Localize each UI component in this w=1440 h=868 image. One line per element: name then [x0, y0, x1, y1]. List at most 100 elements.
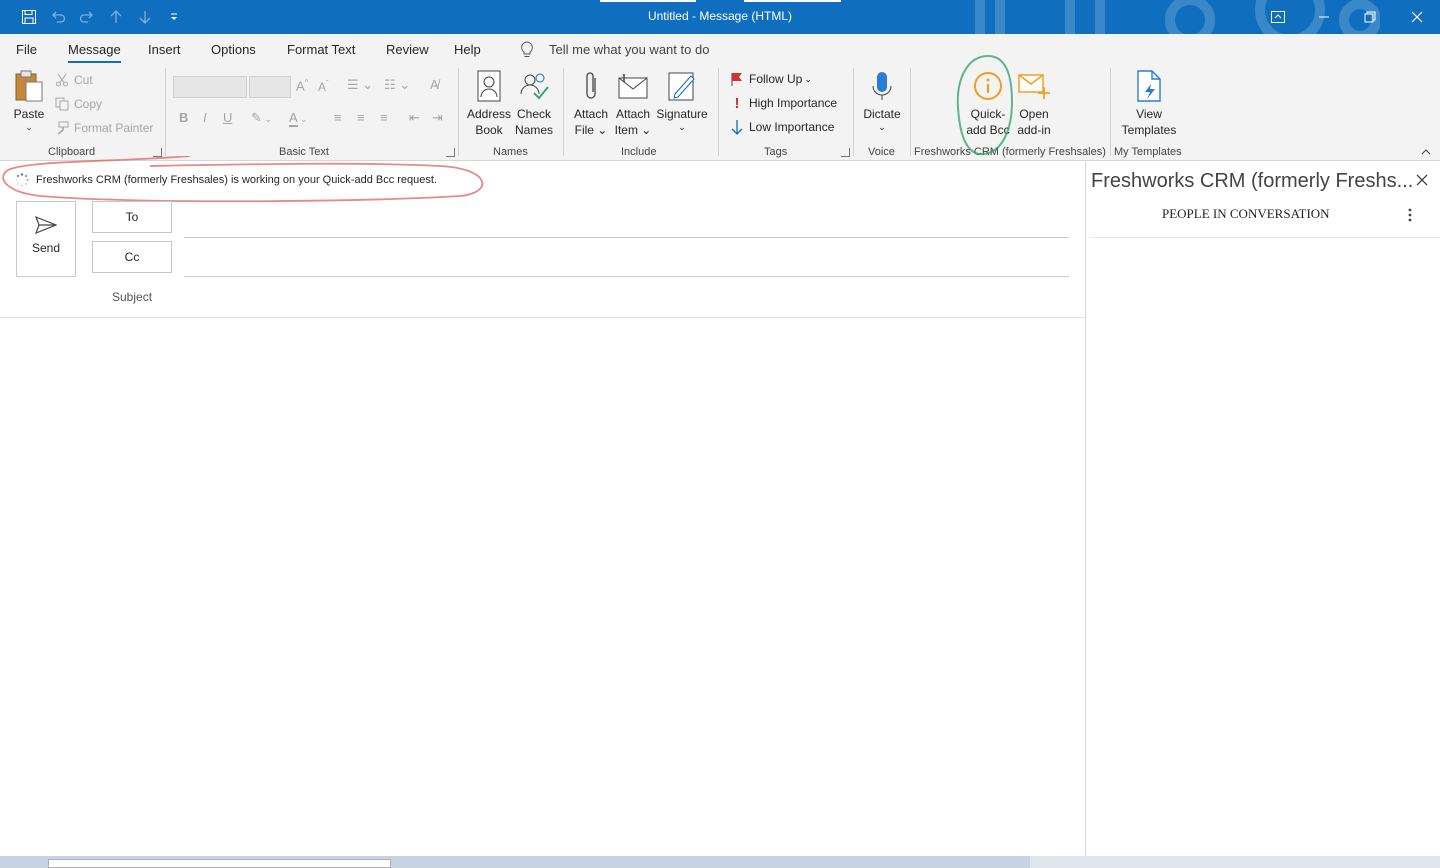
tab-help[interactable]: Help	[454, 42, 481, 57]
underline-button[interactable]: U	[223, 110, 232, 125]
highlight-icon[interactable]: ✎ ⌄	[251, 110, 272, 126]
font-size-combo[interactable]	[249, 76, 291, 98]
tab-options[interactable]: Options	[211, 42, 256, 57]
paste-label: Paste	[13, 107, 45, 121]
close-icon[interactable]	[1394, 0, 1440, 34]
dictate-label: Dictate	[863, 107, 901, 121]
paintbrush-icon	[54, 120, 70, 136]
check-names-label-2: Names	[514, 123, 553, 137]
info-bar-message: Freshworks CRM (formerly Freshsales) is …	[36, 174, 438, 186]
signature-label: Signature	[656, 107, 708, 121]
group-label-names: Names	[493, 146, 528, 158]
tell-me-text: Tell me what you want to do	[549, 42, 710, 57]
message-body[interactable]	[0, 318, 1085, 856]
bold-button[interactable]: B	[179, 110, 188, 125]
attach-item-label-1: Attach	[615, 107, 651, 121]
send-icon	[34, 215, 58, 235]
paste-button[interactable]: Paste ⌄	[10, 68, 48, 132]
cc-field[interactable]	[184, 276, 1069, 277]
tab-message[interactable]: Message	[68, 42, 121, 63]
taskbar-window[interactable]	[48, 859, 391, 868]
subject-label: Subject	[112, 290, 153, 304]
pane-divider	[1090, 237, 1440, 238]
info-bar: Freshworks CRM (formerly Freshsales) is …	[0, 156, 1086, 203]
tab-review[interactable]: Review	[386, 42, 429, 57]
tab-insert[interactable]: Insert	[148, 42, 181, 57]
ribbon-display-options-icon[interactable]	[1255, 0, 1301, 34]
bullets-icon[interactable]: ☰ ⌄	[347, 77, 373, 93]
tab-file[interactable]: File	[16, 42, 37, 57]
signature-button[interactable]: Signature ⌄	[655, 68, 709, 132]
check-names-icon	[516, 68, 552, 104]
group-label-voice: Voice	[868, 146, 895, 158]
menu-bar: File Message Insert Options Format Text …	[0, 34, 1440, 64]
italic-button[interactable]: I	[203, 110, 207, 125]
minimize-icon[interactable]	[1301, 0, 1347, 34]
font-color-icon[interactable]: A ⌄	[289, 110, 308, 127]
chevron-down-icon: ⌄	[878, 122, 886, 132]
cut-label: Cut	[74, 73, 93, 87]
clear-formatting-icon[interactable]: A̸	[430, 77, 439, 92]
low-importance-button[interactable]: Low Importance	[729, 119, 834, 135]
format-painter-label: Format Painter	[74, 121, 154, 135]
group-separator	[853, 68, 854, 156]
to-button[interactable]: To	[92, 201, 172, 233]
dictate-button[interactable]: Dictate ⌄	[860, 68, 904, 132]
more-options-icon[interactable]	[1404, 206, 1416, 224]
align-center-icon[interactable]: ≡	[357, 110, 365, 125]
format-painter-button[interactable]: Format Painter	[54, 120, 153, 136]
copy-icon	[54, 96, 70, 112]
chevron-down-icon: ⌄	[678, 122, 686, 132]
pane-separator[interactable]	[1085, 162, 1086, 856]
collapse-ribbon-icon[interactable]	[1420, 146, 1432, 158]
group-separator	[910, 68, 911, 156]
tab-format-text[interactable]: Format Text	[287, 42, 355, 57]
align-left-icon[interactable]: ≡	[334, 110, 342, 125]
view-templates-label-1: View	[1136, 107, 1162, 121]
chevron-down-icon: ⌄	[25, 122, 33, 132]
group-separator	[458, 68, 459, 156]
check-names-label-1: Check	[516, 107, 551, 121]
numbering-icon[interactable]: ☷ ⌄	[384, 77, 410, 93]
cc-button[interactable]: Cc	[92, 241, 172, 273]
attach-item-button[interactable]: Attach Item ⌄	[612, 68, 654, 138]
check-names-button[interactable]: Check Names	[512, 68, 556, 138]
loading-spinner-icon	[15, 173, 29, 187]
cut-button[interactable]: Cut	[54, 72, 93, 88]
group-separator	[718, 68, 719, 156]
scissors-icon	[54, 72, 70, 88]
grow-font-icon[interactable]: A^	[296, 78, 308, 93]
chevron-down-icon: ⌄	[804, 73, 812, 84]
attach-file-label-1: Attach	[573, 107, 609, 121]
attach-file-button[interactable]: Attach File ⌄	[571, 68, 611, 138]
group-separator	[165, 68, 166, 156]
high-importance-button[interactable]: ! High Importance	[729, 95, 838, 112]
attach-file-label-2: File ⌄	[574, 123, 608, 137]
title-bar: Untitled - Message (HTML)	[0, 0, 1440, 34]
restore-icon[interactable]	[1347, 0, 1393, 34]
address-book-button[interactable]: Address Book	[466, 68, 512, 138]
copy-button[interactable]: Copy	[54, 96, 102, 112]
tags-launcher-icon[interactable]	[841, 148, 850, 157]
lightbulb-icon	[521, 41, 533, 57]
flag-icon	[729, 71, 745, 87]
view-templates-label-2: Templates	[1121, 123, 1177, 137]
follow-up-button[interactable]: Follow Up ⌄	[729, 71, 812, 87]
envelope-attach-icon	[615, 68, 651, 104]
address-book-label-1: Address	[466, 107, 512, 121]
paperclip-icon	[573, 68, 609, 104]
subject-field[interactable]	[184, 282, 1069, 314]
low-importance-label: Low Importance	[749, 120, 835, 134]
increase-indent-icon[interactable]: ⇥	[432, 110, 443, 126]
align-right-icon[interactable]: ≡	[380, 110, 388, 125]
send-button[interactable]: Send	[16, 201, 76, 277]
view-templates-button[interactable]: View Templates	[1118, 68, 1180, 138]
send-label: Send	[31, 241, 61, 255]
font-name-combo[interactable]	[173, 76, 247, 98]
attach-item-label-2: Item ⌄	[614, 123, 652, 137]
pane-close-icon[interactable]	[1413, 171, 1431, 189]
decrease-indent-icon[interactable]: ⇤	[409, 110, 420, 126]
shrink-font-icon[interactable]: Aˇ	[318, 79, 329, 94]
copy-label: Copy	[74, 97, 103, 111]
to-field[interactable]	[184, 237, 1069, 238]
